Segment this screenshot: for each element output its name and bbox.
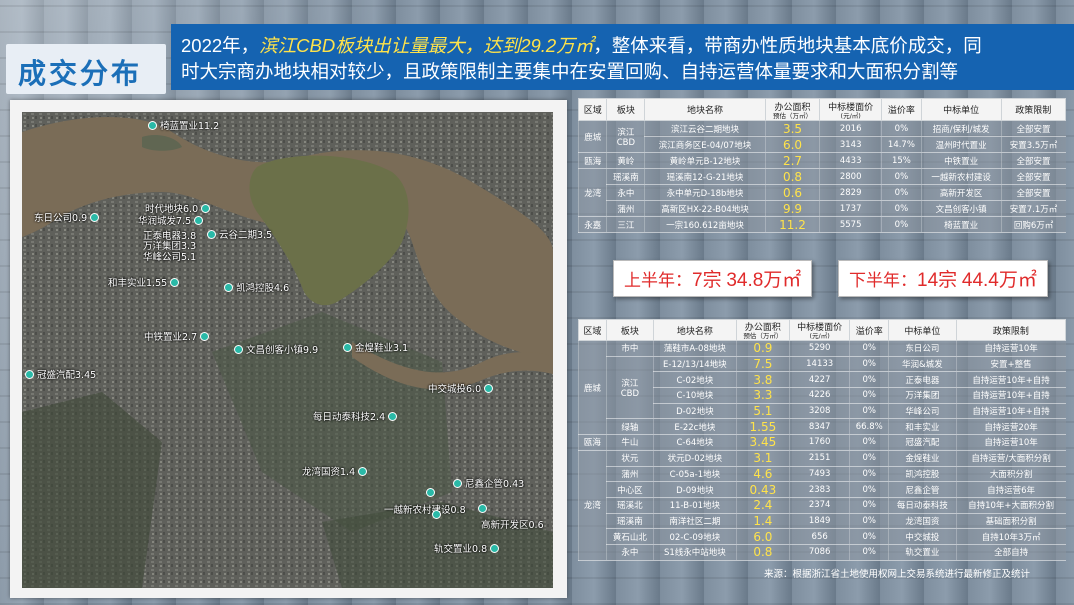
location-pin-icon — [194, 215, 204, 225]
location-pin-icon — [234, 344, 243, 354]
banner-line-2: 时大宗商办地块相对较少，且政策限制主要集中在安置回购、自持运营体量要求和大面积分… — [181, 61, 959, 82]
map-pin-30-label: 高新开发区0.6 — [481, 520, 544, 531]
map-pin-14[interactable]: 华润城发7.5 — [138, 213, 204, 227]
second-half-table: 区域 板块 地块名称 办公面积 预估（万㎡） 中标楼面价 (元/㎡) 溢价率 中标单… — [578, 319, 1067, 561]
table-row: 鹿城 滨江 CBD 滨江云谷二期地块 3.5 2016 0% 招商/保利/城发 全部安置 — [577, 120, 1066, 153]
table-row: 蒲州 高新区HX-22-B04地块 9.9 1737 0% 文昌创客小镇 安置7.1万㎡ — [579, 200, 1066, 217]
location-pin-icon — [484, 383, 494, 393]
col-area: 办公面积 预估（万㎡） — [735, 319, 790, 341]
map-pin-30[interactable] — [478, 504, 487, 513]
col-winner: 中标单位 — [920, 98, 1002, 121]
map-pin-29[interactable]: 一越新农村建设0.8 — [384, 502, 466, 516]
table-row: 瑶溪北 11-B-01地块 2.4 2374 0% 每日动泰科技 自持10年+大面积分割 — [579, 497, 1066, 514]
col-plot: 地块名称 — [644, 98, 766, 121]
table-row: 黄石山北 02-C-09地块 6.0 656 0% 中交城投 自持10年3万㎡ — [579, 528, 1066, 545]
col-premium: 溢价率 — [849, 319, 890, 341]
col-price: 中标楼面价 (元/㎡) — [819, 98, 883, 121]
table-row: 绿轴 E-22c地块 1.55 8347 66.8% 和丰实业 自持运营20年 — [579, 418, 1066, 436]
map-pin-26[interactable]: 每日动泰科技2.4 — [313, 409, 398, 423]
map-pin-20[interactable]: 凯鸿控股4.6 — [224, 280, 289, 294]
table-row: 蒲州 C-05a-1地块 4.6 7493 0% 凯鸿控股 大面积分割 — [579, 466, 1066, 483]
location-pin-icon — [201, 203, 211, 213]
page-title: 成交分布 — [18, 58, 143, 89]
source-note: 来源：根据浙江省土地使用权网上交易系统进行最新修正及统计 — [764, 569, 1031, 580]
map-pin-17[interactable]: 华峰公司5.1 — [143, 249, 196, 263]
second-half-table-body: 鹿城 市中 蒲鞋市A-08地块 0.9 5290 0% 东日公司 自持运营10年 滨江 CBD E-… — [578, 340, 1066, 561]
table-row: 永嘉 三江 一宗160.612亩地块 11.2 5575 0% 椅蓝置业 回购6万㎡ — [577, 216, 1066, 233]
location-pin-icon — [170, 277, 180, 287]
location-pin-icon — [478, 504, 487, 513]
table-row: 永中 永中单元D-18b地块 0.6 2829 0% 高新开发区 全部安置 — [579, 184, 1066, 201]
banner-line-1: 2022年，滨江CBD板块出让量最大，达到29.2万㎡，整体来看，带商办性质地块… — [181, 32, 982, 58]
map-pin-24[interactable]: 冠盛汽配3.45 — [25, 367, 96, 381]
col-policy: 政策限制 — [955, 319, 1067, 341]
location-pin-icon — [432, 510, 441, 519]
map-pin-28[interactable]: 尼鑫企管0.43 — [453, 476, 524, 490]
table-row: 瑶溪南 南洋社区二期 1.4 1849 0% 龙湾国资 基础面积分割 — [579, 513, 1066, 530]
map-pin-19[interactable]: 和丰实业1.55 — [108, 275, 180, 289]
col-price: 中标楼面价 (元/㎡) — [788, 319, 851, 341]
map-pin-23[interactable]: 金煌鞋业3.1 — [343, 340, 408, 354]
location-pin-icon — [25, 369, 34, 379]
table-row: 瓯海 牛山 C-64地块 3.45 1760 0% 冠盛汽配 自持运营10年 — [578, 434, 1066, 451]
col-area: 办公面积 预估（万㎡） — [764, 98, 821, 121]
location-pin-icon — [358, 466, 368, 476]
table-row: 龙湾 瑶溪南 瑶溪南12-G-21地块 0.8 2800 0% 一越新农村建设 全部安置 — [577, 168, 1066, 217]
location-pin-icon — [388, 411, 398, 421]
location-pin-icon — [200, 331, 210, 341]
summary-banner: 2022年，滨江CBD板块出让量最大，达到29.2万㎡，整体来看，带商办性质地块… — [171, 24, 1074, 90]
col-winner: 中标单位 — [888, 319, 957, 341]
map-pin-29b[interactable] — [432, 510, 441, 519]
location-pin-icon — [90, 212, 100, 222]
banner-prefix: 2022年， — [181, 35, 260, 56]
col-region: 区域 — [578, 319, 607, 341]
map-pin-18[interactable]: 云谷二期3.5 — [207, 227, 272, 241]
second-half-callout: 下半年：14宗 44.4万㎡ — [838, 260, 1048, 297]
map-pin-27[interactable]: 龙湾国资1.4 — [302, 464, 368, 478]
location-pin-icon — [224, 282, 233, 292]
banner-highlight: 滨江CBD板块出让量最大，达到29.2万㎡ — [259, 35, 594, 56]
first-half-table: 区域 板块 地块名称 办公面积 预估（万㎡） 中标楼面价 (元/㎡) 溢价率 中标单… — [577, 98, 1067, 233]
map-pin-25[interactable]: 中交城投6.0 — [428, 381, 494, 395]
map-pin-13[interactable]: 东日公司0.9 — [34, 210, 100, 224]
table-row: 滨江 CBD E-12/13/14地块 7.5 14133 0% 华润&城发 安置+整售 — [579, 356, 1066, 420]
map-pin-11[interactable]: 椅蓝置业11.2 — [148, 118, 219, 132]
map-pin-31[interactable]: 轨交置业0.8 — [434, 541, 500, 555]
map-pin-22[interactable]: 文昌创客小镇9.9 — [234, 342, 318, 356]
col-plot: 地块名称 — [652, 319, 737, 341]
table-row: 瓯海 黄岭 黄岭单元B-12地块 2.7 4433 15% 中铁置业 全部安置 — [577, 152, 1066, 169]
col-block: 板块 — [605, 319, 654, 341]
table-row: 永中 S1线永中站地块 0.8 7086 0% 轨交置业 全部自持 — [579, 544, 1066, 561]
table-row: 滨江商务区E-04/07地块 6.0 3143 14.7% 温州时代置业 安置3.5万㎡ — [579, 136, 1066, 153]
location-pin-icon — [453, 478, 462, 488]
location-pin-icon — [207, 229, 216, 239]
location-pin-icon — [490, 543, 500, 553]
col-premium: 溢价率 — [881, 98, 922, 121]
location-pin-icon — [148, 120, 157, 130]
location-pin-icon — [426, 488, 435, 497]
col-policy: 政策限制 — [1000, 98, 1067, 121]
location-pin-icon — [343, 342, 352, 352]
table-row: 龙湾 状元 状元D-02地块 3.1 2151 0% 金煌鞋业 自持运营/大面积分割 — [578, 450, 1066, 561]
map-pin-28b[interactable] — [426, 488, 435, 497]
table-row: 鹿城 市中 蒲鞋市A-08地块 0.9 5290 0% 东日公司 自持运营10年 — [578, 340, 1066, 436]
col-block: 板块 — [606, 98, 646, 121]
satellite-map: 椅蓝置业11.2 时代地块6.0 东日公司0.9 华润城发7.5 正泰电器3.8… — [22, 112, 553, 588]
first-half-callout: 上半年：7宗 34.8万㎡ — [613, 260, 813, 297]
col-region: 区域 — [577, 98, 608, 121]
table-row: 中心区 D-09地块 0.43 2383 0% 尼鑫企管 自持运营6年 — [579, 481, 1066, 498]
banner-suffix: ，整体来看，带商办性质地块基本底价成交，同 — [593, 35, 982, 56]
map-pin-21[interactable]: 中铁置业2.7 — [144, 329, 210, 343]
